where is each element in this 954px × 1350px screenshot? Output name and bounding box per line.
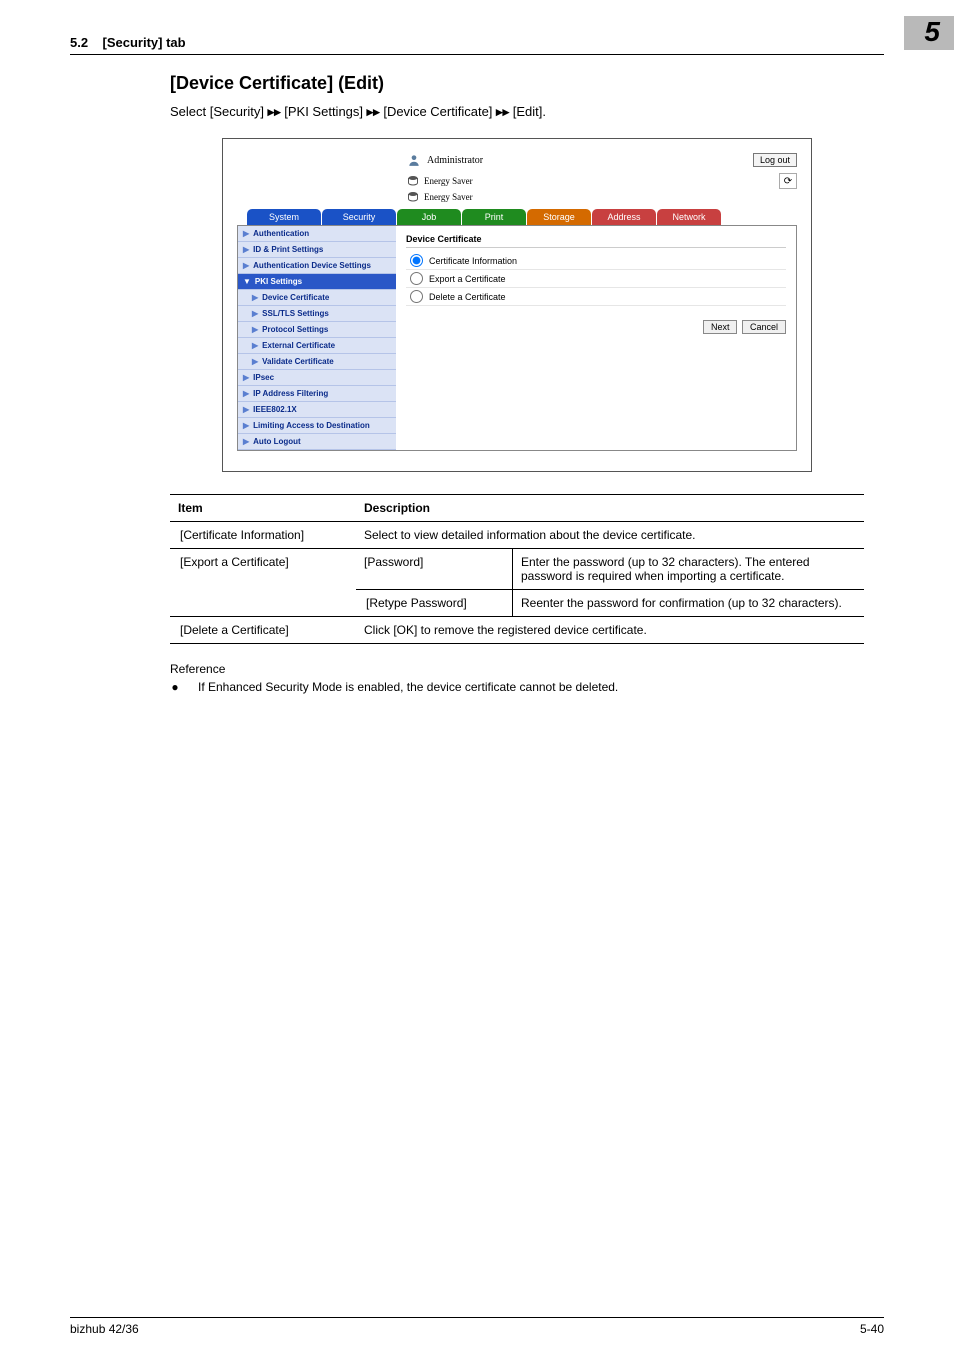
sidebar-item-external-cert[interactable]: ▶External Certificate	[238, 338, 396, 354]
radio-export-cert[interactable]	[410, 272, 423, 285]
page-title: [Device Certificate] (Edit)	[170, 73, 864, 94]
sidebar-item-ieee[interactable]: ▶IEEE802.1X	[238, 402, 396, 418]
sidebar-item-ipsec[interactable]: ▶IPsec	[238, 370, 396, 386]
sidebar-item-device-cert[interactable]: ▶Device Certificate	[238, 290, 396, 306]
th-item: Item	[170, 495, 356, 522]
tab-system[interactable]: System	[247, 209, 321, 225]
description-table: Item Description [Certificate Informatio…	[170, 494, 864, 644]
sidebar-item-pki[interactable]: ▼PKI Settings	[238, 274, 396, 290]
tab-security[interactable]: Security	[322, 209, 396, 225]
next-button[interactable]: Next	[703, 320, 738, 334]
header-section-num: 5.2 [Security] tab	[70, 35, 186, 50]
table-row: [Certificate Information] Select to view…	[170, 522, 864, 549]
page-footer: bizhub 42/36 5-40	[70, 1317, 884, 1336]
sidebar-item-ssl-tls[interactable]: ▶SSL/TLS Settings	[238, 306, 396, 322]
th-desc: Description	[356, 495, 864, 522]
logout-button[interactable]: Log out	[753, 153, 797, 167]
sidebar-item-auth-device[interactable]: ▶Authentication Device Settings	[238, 258, 396, 274]
tab-address[interactable]: Address	[592, 209, 656, 225]
cancel-button[interactable]: Cancel	[742, 320, 786, 334]
admin-icon	[407, 153, 421, 167]
sidebar-item-authentication[interactable]: ▶Authentication	[238, 226, 396, 242]
sidebar: ▶Authentication ▶ID & Print Settings ▶Au…	[238, 226, 396, 450]
opt-export-label: Export a Certificate	[429, 274, 506, 284]
sidebar-item-ip-filter[interactable]: ▶IP Address Filtering	[238, 386, 396, 402]
energy-saver-1[interactable]: Energy Saver	[424, 176, 473, 186]
sidebar-item-limit-dest[interactable]: ▶Limiting Access to Destination	[238, 418, 396, 434]
table-row: [Export a Certificate] [Password] Enter …	[170, 549, 864, 590]
breadcrumb: Select [Security] ▸▸ [PKI Settings] ▸▸ […	[170, 104, 864, 120]
embedded-screenshot: Administrator Log out Energy Saver ⟳ Ene…	[222, 138, 812, 472]
radio-cert-info[interactable]	[410, 254, 423, 267]
tab-network[interactable]: Network	[657, 209, 721, 225]
energy-saver-icon-2	[407, 191, 419, 203]
opt-cert-info-label: Certificate Information	[429, 256, 517, 266]
sidebar-item-protocol[interactable]: ▶Protocol Settings	[238, 322, 396, 338]
table-row: [Delete a Certificate] Click [OK] to rem…	[170, 617, 864, 644]
tab-print[interactable]: Print	[462, 209, 526, 225]
sidebar-item-validate-cert[interactable]: ▶Validate Certificate	[238, 354, 396, 370]
radio-delete-cert[interactable]	[410, 290, 423, 303]
footer-right: 5-40	[860, 1322, 884, 1336]
chapter-badge: 5	[904, 16, 954, 50]
opt-delete-label: Delete a Certificate	[429, 292, 506, 302]
reference-label: Reference	[170, 662, 864, 676]
tab-bar: System Security Job Print Storage Addres…	[247, 209, 797, 225]
tab-job[interactable]: Job	[397, 209, 461, 225]
energy-saver-2[interactable]: Energy Saver	[424, 192, 473, 202]
sidebar-item-auto-logout[interactable]: ▶Auto Logout	[238, 434, 396, 450]
refresh-icon[interactable]: ⟳	[779, 173, 797, 189]
footer-left: bizhub 42/36	[70, 1322, 139, 1336]
energy-saver-icon	[407, 175, 419, 187]
admin-label: Administrator	[427, 155, 483, 166]
main-panel: Device Certificate Certificate Informati…	[396, 226, 796, 450]
panel-title: Device Certificate	[406, 234, 786, 248]
sidebar-item-id-print[interactable]: ▶ID & Print Settings	[238, 242, 396, 258]
reference-bullet: ● If Enhanced Security Mode is enabled, …	[170, 680, 864, 694]
tab-storage[interactable]: Storage	[527, 209, 591, 225]
